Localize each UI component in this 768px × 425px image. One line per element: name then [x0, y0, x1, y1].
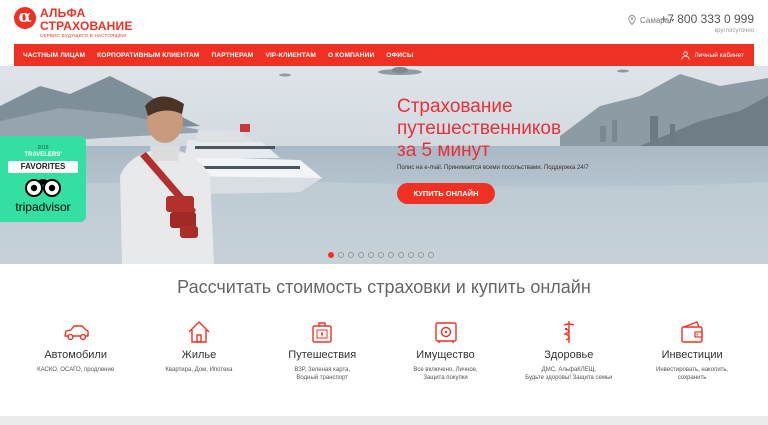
product-name: Путешествия — [288, 349, 357, 361]
product-desc: ВЗР, Зеленая карта, — [294, 367, 351, 373]
product-desc: Будьте здоровы! Защита семьи — [525, 375, 613, 381]
alfa-logo[interactable]: α АЛЬФА СТРАХОВАНИЕ СЕРВИС БУДУЩЕГО В НА… — [14, 7, 133, 39]
carousel-dots — [328, 252, 438, 258]
suitcase-icon — [312, 322, 332, 343]
product-desc: Водный транспорт — [296, 375, 349, 381]
site-header: α АЛЬФА СТРАХОВАНИЕ СЕРВИС БУДУЩЕГО В НА… — [0, 0, 768, 44]
hero-title-line: за 5 минут — [397, 140, 490, 161]
product-name: Инвестиции — [661, 349, 723, 361]
product-desc: Инвестировать, накопить, — [656, 367, 729, 373]
tripadvisor-owl-icon — [25, 179, 61, 197]
product-travel[interactable]: Путешествия ВЗР, Зеленая карта, Водный т… — [261, 318, 384, 388]
carousel-dot[interactable] — [348, 252, 354, 258]
carousel-dot[interactable] — [398, 252, 404, 258]
product-list: Автомобили КАСКО, ОСАГО, продление Жилье… — [14, 318, 754, 388]
alfa-logo-mark: α — [14, 7, 36, 29]
carousel-dot[interactable] — [408, 252, 414, 258]
carousel-dot[interactable] — [368, 252, 374, 258]
product-desc: сохранить — [677, 375, 707, 381]
product-property[interactable]: Имущество Все включено, Личное, Защита п… — [384, 318, 507, 388]
logo-line-1: АЛЬФА — [40, 6, 86, 20]
caduceus-icon — [562, 321, 575, 343]
user-icon — [681, 50, 690, 60]
logo-tagline: СЕРВИС БУДУЩЕГО В НАСТОЯЩЕМ — [40, 33, 127, 38]
hero-title-line: Страхование — [397, 96, 513, 117]
carousel-dot[interactable] — [428, 252, 434, 258]
car-icon — [63, 325, 89, 341]
nav-item-partners[interactable]: ПАРТНЕРАМ — [206, 52, 260, 59]
phone-hours: круглосуточно — [714, 28, 754, 34]
tripadvisor-travelers: TRAVELERS' — [24, 152, 62, 158]
product-name: Жилье — [181, 349, 217, 361]
product-desc: Защита покупки — [423, 375, 468, 381]
footer-strip — [0, 416, 768, 425]
house-icon — [188, 321, 210, 343]
section-title: Рассчитать стоимость страховки и купить … — [177, 277, 591, 297]
main-nav: ЧАСТНЫМ ЛИЦАМ КОРПОРАТИВНЫМ КЛИЕНТАМ ПАР… — [14, 44, 754, 66]
product-auto[interactable]: Автомобили КАСКО, ОСАГО, продление — [14, 318, 137, 388]
product-health[interactable]: Здоровье ДМС, АльфаКЛЕЩ, Будьте здоровы!… — [507, 318, 630, 388]
product-investments[interactable]: Инвестиции Инвестировать, накопить, сохр… — [630, 318, 753, 388]
hero-title-line: путешественников — [397, 118, 562, 139]
personal-cabinet-label: Личный кабинет — [694, 51, 744, 59]
nav-item-about[interactable]: О КОМПАНИИ — [322, 52, 380, 59]
product-name: Автомобили — [44, 349, 107, 361]
carousel-dot[interactable] — [358, 252, 364, 258]
nav-item-vip[interactable]: VIP-КЛИЕНТАМ — [259, 52, 321, 59]
carousel-dot[interactable] — [418, 252, 424, 258]
tripadvisor-favorites: FAVORITES — [8, 161, 78, 173]
hero-title: Страхование путешественников за 5 минут — [397, 96, 561, 162]
tripadvisor-year: 2018 — [37, 145, 49, 151]
page: α АЛЬФА СТРАХОВАНИЕ СЕРВИС БУДУЩЕГО В НА… — [0, 0, 768, 425]
product-name: Здоровье — [544, 349, 594, 361]
carousel-dot[interactable] — [388, 252, 394, 258]
nav-item-private[interactable]: ЧАСТНЫМ ЛИЦАМ — [14, 52, 91, 59]
nav-item-corporate[interactable]: КОРПОРАТИВНЫМ КЛИЕНТАМ — [91, 52, 205, 59]
carousel-dot[interactable] — [328, 252, 334, 258]
product-desc: Все включено, Личное, — [413, 367, 478, 373]
safe-icon — [434, 322, 457, 343]
product-desc: Квартира, Дом, Ипотека — [165, 367, 233, 373]
phone-number[interactable]: +7 800 333 0 999 — [660, 12, 754, 26]
logo-line-2: СТРАХОВАНИЕ — [40, 19, 133, 33]
product-desc: ДМС, АльфаКЛЕЩ, — [541, 367, 597, 373]
hero-banner: 2018 TRAVELERS' FAVORITES tripadvisor — [0, 66, 768, 264]
product-name: Имущество — [416, 349, 475, 361]
personal-cabinet-link[interactable]: Личный кабинет — [681, 50, 754, 60]
buy-online-button[interactable]: КУПИТЬ ОНЛАЙН — [397, 183, 495, 204]
hero-subtitle: Полис на e-mail. Принимается всеми посол… — [397, 165, 589, 171]
product-desc: КАСКО, ОСАГО, продление — [37, 367, 115, 373]
wallet-icon — [681, 321, 703, 343]
carousel-dot[interactable] — [378, 252, 384, 258]
carousel-dot[interactable] — [338, 252, 344, 258]
product-home[interactable]: Жилье Квартира, Дом, Ипотека — [137, 318, 260, 388]
location-pin-icon — [628, 15, 636, 25]
tripadvisor-logo: tripadvisor — [15, 200, 71, 214]
nav-item-offices[interactable]: ОФИСЫ — [380, 52, 419, 59]
hero-background-image — [0, 66, 768, 264]
tripadvisor-badge[interactable]: 2018 TRAVELERS' FAVORITES tripadvisor — [0, 136, 86, 222]
